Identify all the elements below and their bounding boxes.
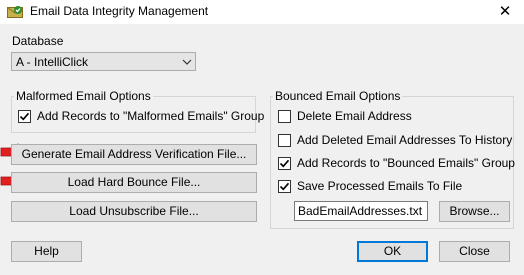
database-label: Database bbox=[12, 34, 64, 48]
database-selected-value: A - IntelliClick bbox=[16, 55, 89, 69]
output-filename-value: BadEmailAddresses.txt bbox=[298, 204, 423, 218]
add-bounced-group-label: Add Records to "Bounced Emails" Group bbox=[297, 156, 515, 170]
add-deleted-history-checkbox[interactable] bbox=[278, 134, 291, 147]
checkmark-icon bbox=[19, 112, 30, 121]
load-unsubscribe-button[interactable]: Load Unsubscribe File... bbox=[11, 201, 257, 222]
checkmark-icon bbox=[279, 182, 290, 191]
load-hard-bounce-button[interactable]: Load Hard Bounce File... bbox=[11, 172, 257, 193]
close-button[interactable]: Close bbox=[439, 241, 510, 262]
title-bar: Email Data Integrity Management ✕ bbox=[0, 0, 524, 24]
save-processed-checkbox[interactable] bbox=[278, 180, 291, 193]
chevron-down-icon[interactable] bbox=[179, 54, 195, 70]
checkmark-icon bbox=[279, 159, 290, 168]
malformed-add-records-checkbox[interactable] bbox=[18, 110, 31, 123]
app-icon bbox=[7, 5, 23, 19]
bounced-options-legend: Bounced Email Options bbox=[273, 89, 403, 103]
browse-button[interactable]: Browse... bbox=[439, 201, 510, 222]
database-select[interactable]: A - IntelliClick bbox=[11, 52, 196, 71]
save-processed-label: Save Processed Emails To File bbox=[297, 179, 463, 193]
malformed-add-records-label: Add Records to "Malformed Emails" Group bbox=[37, 109, 265, 123]
help-button[interactable]: Help bbox=[11, 241, 82, 262]
ok-button[interactable]: OK bbox=[357, 241, 428, 262]
add-bounced-group-checkbox[interactable] bbox=[278, 157, 291, 170]
add-deleted-history-label: Add Deleted Email Addresses To History bbox=[297, 133, 513, 147]
delete-email-label: Delete Email Address bbox=[297, 109, 412, 123]
close-window-icon[interactable]: ✕ bbox=[486, 0, 524, 24]
malformed-options-legend: Malformed Email Options bbox=[14, 89, 153, 103]
delete-email-checkbox[interactable] bbox=[278, 110, 291, 123]
output-filename-field[interactable]: BadEmailAddresses.txt bbox=[294, 201, 428, 221]
generate-verification-file-button[interactable]: Generate Email Address Verification File… bbox=[11, 144, 257, 165]
window-title: Email Data Integrity Management bbox=[30, 4, 209, 18]
